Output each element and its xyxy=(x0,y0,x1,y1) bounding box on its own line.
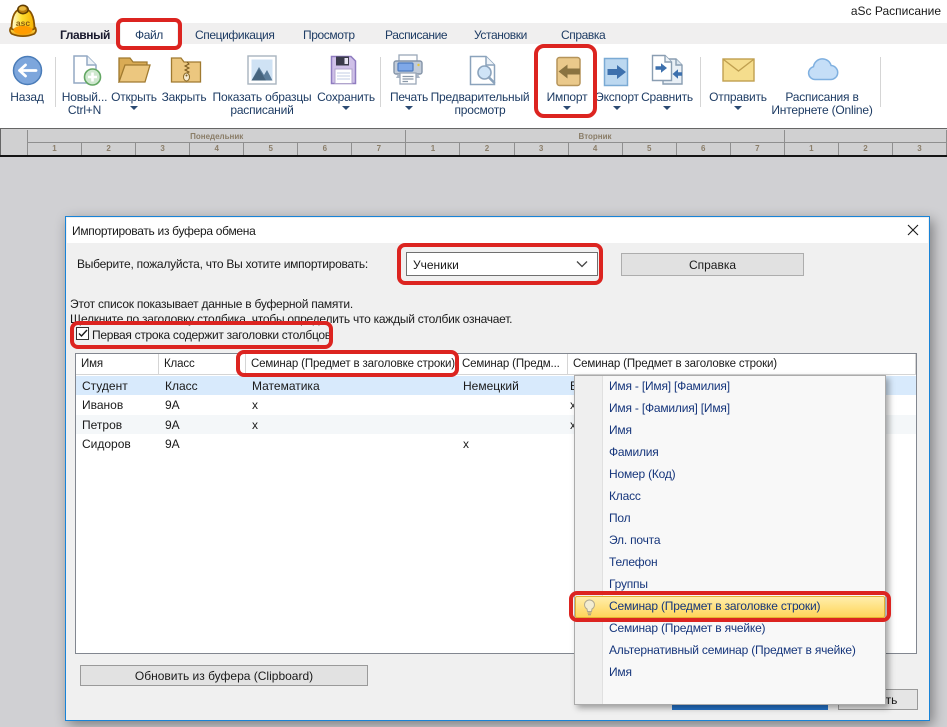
svg-text:asc: asc xyxy=(16,18,30,28)
